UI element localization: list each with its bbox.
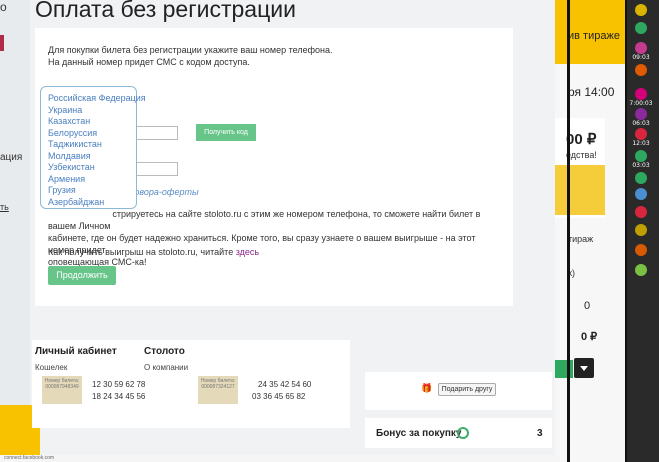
- lottery-item[interactable]: [628, 22, 654, 34]
- gift-icon: 🎁: [421, 383, 433, 393]
- lottery-ball-icon: [635, 128, 647, 140]
- ticket-count: 0: [584, 300, 591, 312]
- chevron-down-icon[interactable]: [574, 358, 594, 378]
- how-to-win: Как получить выигрыш на stoloto.ru, чита…: [48, 247, 260, 257]
- footer-link-wallet[interactable]: Кошелек: [35, 363, 67, 372]
- jackpot-amount: 00 ₽: [566, 131, 597, 148]
- lottery-item[interactable]: 12:03: [628, 128, 654, 148]
- left-menu-link[interactable]: ть: [0, 202, 9, 212]
- browser-status-bar: connect.facebook.com: [0, 455, 560, 462]
- lottery-item[interactable]: [628, 244, 654, 256]
- lottery-ball-icon: [635, 172, 647, 184]
- left-logo-fragment: о: [0, 0, 7, 14]
- country-option[interactable]: Таджикистан: [48, 139, 136, 151]
- jackpot-subtitle: едства!: [566, 150, 597, 160]
- ticket-numbers-row: 18 24 34 45 56: [92, 392, 146, 401]
- ticket-total: 0 ₽: [581, 331, 598, 343]
- lottery-time: 12:03: [632, 140, 650, 147]
- jackpot-image: [555, 165, 605, 215]
- country-option[interactable]: Грузия: [48, 185, 136, 197]
- info-line-3: оповещающая СМС-ка!: [48, 257, 147, 267]
- lottery-ball-icon: [635, 264, 647, 276]
- lottery-item[interactable]: 06:03: [628, 108, 654, 128]
- footer-link-about[interactable]: О компании: [144, 363, 188, 372]
- info-line-1: Если вы зарегистрируетесь на сайте stolo…: [48, 209, 481, 231]
- intro-line-2: На данный номер придет СМС с кодом досту…: [48, 57, 250, 67]
- lottery-item[interactable]: 09:03: [628, 42, 654, 62]
- draw-date: ря 14:00: [568, 85, 615, 99]
- lottery-ball-icon: [635, 64, 647, 76]
- country-option[interactable]: Узбекистан: [48, 162, 136, 174]
- lottery-ball-icon: [635, 88, 647, 100]
- buy-button-edge[interactable]: [555, 360, 573, 378]
- lottery-time: 03:03: [632, 162, 650, 169]
- get-code-button[interactable]: Получить код: [196, 124, 256, 141]
- left-accent: [0, 35, 4, 51]
- footer-heading-cabinet: Личный кабинет: [35, 346, 117, 357]
- lottery-item[interactable]: [628, 188, 654, 200]
- scrollbar[interactable]: [567, 0, 570, 462]
- lottery-item[interactable]: [628, 224, 654, 236]
- lottery-time: 09:03: [632, 54, 650, 61]
- ticket-numbers-row: 03 36 45 65 82: [252, 392, 306, 401]
- lottery-ball-icon: [635, 244, 647, 256]
- bonus-value: 3: [537, 428, 543, 439]
- draw-label: тираж: [568, 234, 594, 244]
- lottery-time: 06:03: [632, 120, 650, 127]
- background-left-column: [0, 0, 30, 462]
- left-menu-item[interactable]: ация: [0, 152, 22, 163]
- draw-link[interactable]: ив тираже: [568, 30, 620, 42]
- lottery-item[interactable]: [628, 206, 654, 218]
- ticket-number-label: Номер билета: 000087948349: [42, 376, 82, 404]
- lottery-ball-icon: [635, 206, 647, 218]
- lottery-ball-icon: [635, 188, 647, 200]
- background-right-column: [555, 0, 625, 462]
- ticket-number-label: Номер билета: 000087324127: [198, 376, 238, 404]
- ticket-numbers-row: 24 35 42 54 60: [258, 380, 312, 389]
- country-option[interactable]: Белоруссия: [48, 128, 136, 140]
- lottery-item[interactable]: 03:03: [628, 150, 654, 170]
- page-title: Оплата без регистрации: [35, 0, 296, 22]
- lottery-ball-icon: [635, 150, 647, 162]
- country-option[interactable]: Молдавия: [48, 151, 136, 163]
- lottery-time: 7:00:03: [629, 100, 653, 107]
- intro-text: Для покупки билета без регистрации укажи…: [48, 44, 332, 68]
- country-option[interactable]: Российская Федерация: [48, 93, 146, 105]
- lottery-ball-icon: [635, 22, 647, 34]
- footer-heading-stoloto: Столото: [144, 346, 185, 357]
- lottery-ball-icon: [635, 108, 647, 120]
- intro-line-1: Для покупки билета без регистрации укажи…: [48, 45, 333, 55]
- lottery-item[interactable]: [628, 172, 654, 184]
- gift-button[interactable]: Подарить другу: [438, 383, 496, 396]
- lottery-item[interactable]: [628, 264, 654, 276]
- ticket-preview: Номер билета: 000087948349 12 30 59 62 7…: [42, 376, 346, 406]
- lottery-ball-icon: [635, 224, 647, 236]
- ticket-numbers-row: 12 30 59 62 78: [92, 380, 146, 389]
- bonus-label: Бонус за покупку: [376, 428, 462, 439]
- lottery-ball-icon: [635, 42, 647, 54]
- how-to-win-link[interactable]: здесь: [236, 247, 259, 257]
- continue-button[interactable]: Продолжить: [48, 266, 116, 285]
- country-option[interactable]: Украина: [48, 105, 136, 117]
- bonus-icon: [457, 427, 469, 439]
- lottery-item[interactable]: [628, 64, 654, 76]
- lottery-item[interactable]: [628, 4, 654, 16]
- country-option[interactable]: Азербайджан: [48, 197, 136, 209]
- country-option[interactable]: Армения: [48, 174, 136, 186]
- country-option[interactable]: Казахстан: [48, 116, 136, 128]
- info-text: Если вы зарегистрируетесь на сайте stolo…: [48, 208, 503, 268]
- country-dropdown: Российская Федерация Украина Казахстан Б…: [40, 86, 146, 209]
- lottery-item[interactable]: 7:00:03: [628, 88, 654, 108]
- lottery-ball-icon: [635, 4, 647, 16]
